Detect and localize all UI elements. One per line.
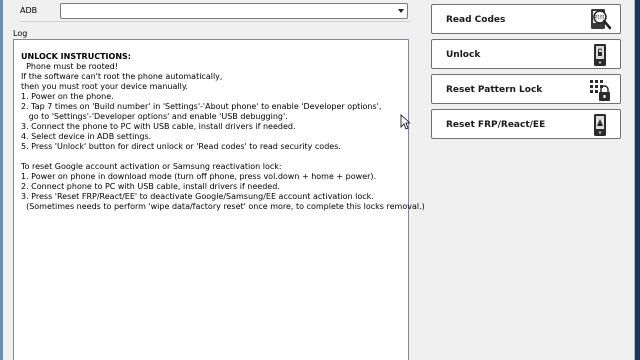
log-line: 3. Press 'Reset FRP/React/EE' to deactiv… [21, 192, 374, 201]
log-line: 2. Connect phone to PC with USB cable, i… [21, 182, 280, 191]
log-line: 2. Tap 7 times on 'Build number' in 'Set… [21, 102, 382, 111]
adb-device-select[interactable] [60, 3, 408, 19]
reset-pattern-lock-button[interactable]: Reset Pattern Lock [431, 74, 621, 104]
read-codes-label: Read Codes [446, 15, 506, 25]
log-line: To reset Google account activation or Sa… [21, 162, 282, 171]
mouse-cursor-icon [400, 114, 410, 130]
log-line: 1. Power on the phone. [21, 92, 114, 101]
divider [20, 21, 410, 22]
log-line: 3. Connect the phone to PC with USB cabl… [21, 122, 296, 131]
log-title: UNLOCK INSTRUCTIONS: [21, 52, 131, 61]
log-line: go to 'Settings'-'Developer options' and… [21, 112, 288, 121]
window-left-edge [0, 0, 3, 360]
reset-pattern-lock-label: Reset Pattern Lock [446, 85, 543, 95]
phone-reset-icon [594, 114, 606, 136]
unlock-label: Unlock [446, 50, 481, 60]
log-line: (Sometimes needs to perform 'wipe data/f… [21, 202, 425, 211]
window-right-edge [634, 0, 640, 360]
log-line: 1. Power on phone in download mode (turn… [21, 172, 377, 181]
log-line: Phone must be rooted! [21, 62, 118, 71]
magnifier-phone-icon: 0101 [591, 9, 612, 30]
read-codes-button[interactable]: Read Codes 0101 [431, 4, 621, 34]
adb-label: ADB [20, 6, 38, 15]
log-content: UNLOCK INSTRUCTIONS: Phone must be roote… [14, 40, 425, 212]
svg-text:0101: 0101 [595, 15, 606, 20]
unlock-button[interactable]: Unlock [431, 39, 621, 69]
log-line: then you must root your device manually. [21, 82, 188, 91]
reset-frp-button[interactable]: Reset FRP/React/EE [431, 109, 621, 139]
dropdown-arrow-icon[interactable] [398, 9, 404, 13]
log-textarea[interactable]: UNLOCK INSTRUCTIONS: Phone must be roote… [13, 39, 425, 360]
log-label: Log [13, 29, 28, 38]
log-line: 4. Select device in ADB settings. [21, 132, 152, 141]
keypad-lock-icon [590, 80, 610, 101]
log-line: If the software can't root the phone aut… [21, 72, 223, 81]
phone-unlock-icon [594, 44, 606, 66]
reset-frp-label: Reset FRP/React/EE [446, 120, 546, 130]
log-line: 5. Press 'Unlock' button for direct unlo… [21, 142, 341, 151]
